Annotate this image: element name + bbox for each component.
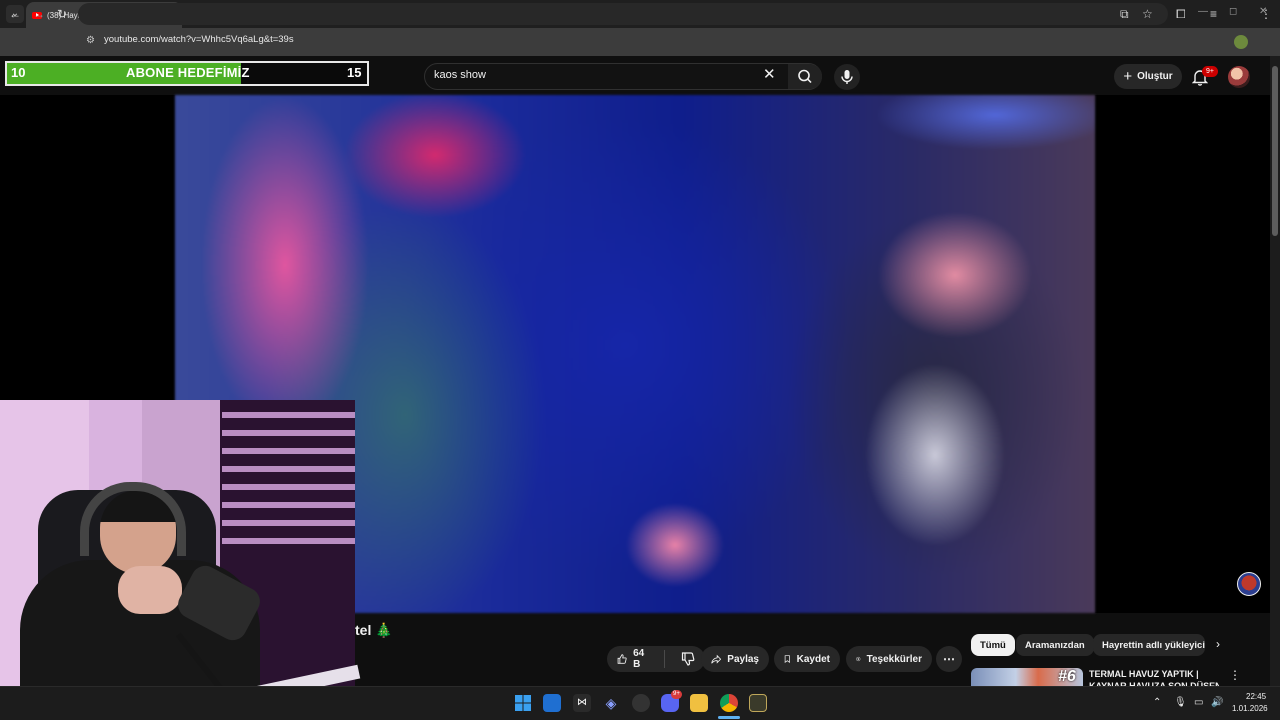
search-input[interactable]: kaos show — [434, 69, 486, 81]
bookmark-icon — [784, 655, 790, 664]
like-button[interactable]: 64 B — [607, 646, 658, 672]
obs-icon[interactable] — [632, 694, 650, 712]
reading-list-icon[interactable]: ≡ — [1210, 7, 1217, 21]
reload-icon[interactable]: ↻ — [57, 7, 67, 21]
thumbs-down-icon — [681, 652, 695, 666]
back-arrow-icon[interactable]: ← — [9, 7, 21, 21]
thumbs-up-icon — [617, 654, 627, 664]
voice-search-button[interactable] — [834, 64, 860, 90]
save-button[interactable]: Kaydet — [774, 646, 840, 672]
capcut-icon[interactable]: ⋈ — [573, 694, 591, 712]
cast-icon[interactable]: ⧉ — [1120, 7, 1129, 21]
site-info-icon[interactable]: ⚙ — [86, 35, 95, 46]
share-label: Paylaş — [727, 653, 759, 665]
microphone-icon — [841, 70, 853, 84]
scrollbar-thumb[interactable] — [1272, 66, 1278, 236]
create-button[interactable]: + Oluştur — [1114, 64, 1182, 89]
address-url[interactable]: youtube.com/watch?v=Whhc5Vq6aLg&t=39s — [104, 34, 294, 45]
goal-start-value: 10 — [11, 65, 26, 80]
windows-start-icon[interactable] — [514, 694, 532, 712]
like-divider — [664, 650, 665, 668]
channel-watermark-icon[interactable] — [1237, 572, 1261, 596]
save-label: Kaydet — [796, 653, 830, 665]
discord-badge: 9+ — [671, 690, 682, 699]
recommended-video-title[interactable]: TERMAL HAVUZ YAPTIK | — [1089, 669, 1199, 679]
super-thanks-icon: $ — [856, 656, 861, 662]
video-letterbox-left — [0, 95, 175, 400]
address-bar[interactable] — [78, 3, 1168, 25]
thumbnail-episode-badge: #6 — [1058, 668, 1076, 685]
like-count: 64 B — [633, 648, 645, 670]
search-button[interactable] — [788, 64, 822, 89]
share-button[interactable]: Paylaş — [701, 646, 769, 672]
taskbar-clock-date[interactable]: 1.01.2026 — [1232, 704, 1268, 713]
outlook-icon[interactable] — [543, 694, 561, 712]
search-clear-icon[interactable]: ✕ — [763, 67, 776, 83]
microphone-tray-icon[interactable]: 🎙 — [1174, 697, 1187, 708]
plus-icon: + — [1123, 67, 1133, 85]
create-button-label: Oluştur — [1137, 71, 1173, 82]
search-icon — [798, 69, 812, 84]
filter-chip-all[interactable]: Tümü — [971, 634, 1015, 656]
volume-icon[interactable]: 🔊 — [1211, 697, 1223, 708]
video-options-icon[interactable]: ⋮ — [1229, 668, 1241, 682]
minimize-icon[interactable]: — — [1198, 6, 1208, 17]
notification-count-badge: 9+ — [1202, 66, 1218, 77]
filter-chip-uploads[interactable]: Hayrettin adlı yükleyiciden — [1093, 634, 1205, 656]
chevron-right-icon[interactable]: › — [1216, 637, 1220, 651]
chrome-icon[interactable] — [720, 694, 738, 712]
goal-end-value: 15 — [347, 65, 362, 80]
display-tray-icon[interactable]: ▭ — [1194, 697, 1203, 708]
browser-menu-icon[interactable]: ⋮ — [1260, 7, 1272, 21]
extensions-icon[interactable]: ⧠ — [1176, 7, 1186, 21]
active-app-indicator — [718, 716, 740, 719]
thanks-label: Teşekkürler — [866, 653, 922, 665]
taskbar-clock-time[interactable]: 22:45 — [1246, 692, 1266, 701]
tray-overflow-icon[interactable]: ⌃ — [1153, 697, 1161, 708]
more-actions-icon[interactable]: ⋯ — [936, 646, 962, 672]
app-diamond-icon[interactable]: ◈ — [602, 694, 620, 712]
video-letterbox-right — [1095, 95, 1270, 613]
thanks-button[interactable]: $ Teşekkürler — [846, 646, 932, 672]
video-title: tel 🎄 — [355, 622, 393, 638]
streamer-hands — [118, 566, 182, 614]
bookmark-star-icon[interactable]: ☆ — [1142, 7, 1153, 21]
file-explorer-icon[interactable] — [690, 694, 708, 712]
profile-icon[interactable] — [1234, 35, 1248, 49]
share-icon — [711, 654, 722, 664]
dislike-button[interactable] — [671, 646, 705, 672]
like-dislike-group: 64 B — [607, 646, 705, 672]
maximize-icon[interactable]: ◻ — [1229, 6, 1237, 17]
filter-chip-related[interactable]: Aramanızdan — [1016, 634, 1094, 656]
goal-title: ABONE HEDEFİMİZ — [126, 65, 250, 80]
league-client-icon[interactable] — [749, 694, 767, 712]
account-avatar[interactable] — [1228, 66, 1250, 88]
forward-arrow-icon[interactable]: → — [33, 7, 45, 21]
